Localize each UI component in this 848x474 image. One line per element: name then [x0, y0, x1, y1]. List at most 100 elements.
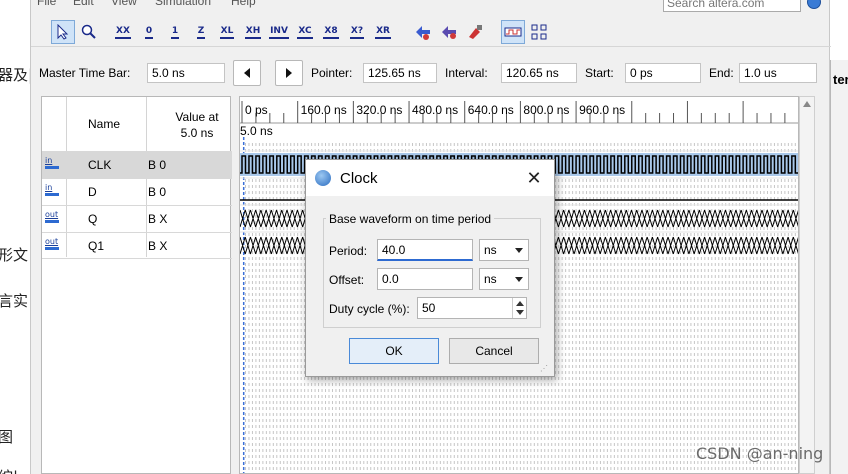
- run-timing-simulation-icon[interactable]: [437, 20, 461, 44]
- cursor-time-label: 5.0 ns: [240, 124, 273, 138]
- toolbar: XX 0 1 Z XL XH INV XC X8 X? XR: [31, 17, 831, 47]
- high-impedance-icon[interactable]: Z: [189, 20, 213, 44]
- menu-simulation[interactable]: Simulation: [155, 0, 211, 8]
- interval-label: Interval:: [445, 66, 488, 80]
- pointer-field: 125.65 ns: [363, 63, 437, 83]
- background-text: 形文: [0, 246, 29, 264]
- cancel-button[interactable]: Cancel: [449, 338, 539, 364]
- run-functional-simulation-icon[interactable]: [411, 20, 435, 44]
- signal-value: B 0: [148, 158, 167, 172]
- period-unit-value: ns: [484, 243, 497, 257]
- signal-name: Q: [88, 212, 98, 226]
- screenshot-root: 器及| 形文 言实 图 综| File Edit View Simulation…: [0, 0, 848, 474]
- column-header-name: Name: [88, 117, 121, 131]
- scroll-up-icon[interactable]: [803, 101, 811, 107]
- duty-cycle-stepper[interactable]: [512, 298, 526, 318]
- period-input[interactable]: 40.0: [377, 239, 473, 261]
- menu-edit[interactable]: Edit: [73, 0, 94, 8]
- duty-cycle-label: Duty cycle (%):: [329, 302, 410, 316]
- background-text: 言实: [0, 292, 29, 310]
- end-label: End:: [709, 66, 734, 80]
- offset-unit-value: ns: [484, 272, 497, 286]
- duty-cycle-input[interactable]: 50: [417, 297, 527, 319]
- weak-high-icon[interactable]: XH: [241, 20, 265, 44]
- ruler-tick-label: 640.0 ns: [468, 103, 514, 117]
- offset-unit-select[interactable]: ns: [479, 268, 529, 290]
- master-time-bar-label: Master Time Bar:: [39, 66, 131, 80]
- start-label: Start:: [585, 66, 614, 80]
- menu-file[interactable]: File: [37, 0, 56, 8]
- start-field: 0 ps: [625, 63, 701, 83]
- grid-view-icon[interactable]: [527, 20, 551, 44]
- signal-name: D: [88, 185, 97, 199]
- waveform-view-icon[interactable]: [501, 20, 525, 44]
- signal-value: B X: [148, 212, 168, 226]
- signal-name: CLK: [88, 158, 112, 172]
- chevron-down-icon[interactable]: [516, 310, 524, 315]
- column-header-value: Value at 5.0 ns: [162, 109, 232, 141]
- ruler-tick-label: 0 ps: [245, 103, 268, 117]
- ruler-tick-label: 320.0 ns: [356, 103, 402, 117]
- offset-input[interactable]: 0.0: [377, 268, 473, 290]
- period-label: Period:: [329, 244, 368, 258]
- background-text: 图: [0, 428, 14, 446]
- period-unit-select[interactable]: ns: [479, 239, 529, 261]
- signal-row-q1[interactable]: out Q1 B X: [42, 232, 232, 259]
- random-value-icon[interactable]: XR: [371, 20, 395, 44]
- signal-name: Q1: [88, 239, 105, 253]
- selection-tool-icon[interactable]: [51, 20, 75, 44]
- dialog-titlebar: Clock ✕: [306, 160, 554, 196]
- invert-icon[interactable]: INV: [267, 20, 291, 44]
- arbitrary-value-icon[interactable]: X?: [345, 20, 369, 44]
- signal-row-q[interactable]: out Q B X: [42, 205, 232, 232]
- menu-help[interactable]: Help: [231, 0, 256, 8]
- close-icon[interactable]: ✕: [524, 168, 544, 188]
- menu-view[interactable]: View: [111, 0, 137, 8]
- overwrite-clock-icon[interactable]: X8: [319, 20, 343, 44]
- generate-netlist-icon[interactable]: [463, 20, 487, 44]
- output-pin-icon: out: [44, 210, 62, 228]
- master-time-bar-field[interactable]: 5.0 ns: [147, 63, 225, 83]
- next-transition-button[interactable]: [275, 60, 303, 86]
- resize-grip-icon[interactable]: ⋰: [540, 364, 552, 376]
- ruler-tick-label: 160.0 ns: [301, 103, 347, 117]
- ruler-tick-label: 480.0 ns: [412, 103, 458, 117]
- group-label: Base waveform on time period: [326, 212, 495, 226]
- weak-low-icon[interactable]: XL: [215, 20, 239, 44]
- previous-transition-button[interactable]: [233, 60, 261, 86]
- clock-dialog: Clock ✕ Base waveform on time period Per…: [305, 159, 555, 377]
- pointer-label: Pointer:: [311, 66, 353, 80]
- interval-field: 120.65 ns: [501, 63, 577, 83]
- ok-button[interactable]: OK: [349, 338, 439, 364]
- background-text: 器及|: [0, 66, 34, 84]
- force-high-icon[interactable]: 1: [163, 20, 187, 44]
- background-window-fragment: ter: [830, 60, 848, 474]
- signal-row-clk[interactable]: in CLK B 0: [42, 151, 232, 178]
- end-field: 1.0 us: [739, 63, 817, 83]
- output-pin-icon: out: [44, 237, 62, 255]
- signal-row-d[interactable]: in D B 0: [42, 178, 232, 205]
- time-bar: Master Time Bar: 5.0 ns Pointer: 125.65 …: [31, 58, 831, 88]
- background-text: 综|: [0, 466, 18, 474]
- input-pin-icon: in: [44, 183, 62, 201]
- clock-dialog-icon: [315, 170, 331, 186]
- menu-bar: File Edit View Simulation Help Search al…: [31, 0, 831, 14]
- signal-value: B X: [148, 239, 168, 253]
- zoom-tool-icon[interactable]: [77, 20, 101, 44]
- count-value-icon[interactable]: XC: [293, 20, 317, 44]
- chevron-up-icon[interactable]: [516, 301, 524, 306]
- chevron-down-icon: [515, 248, 523, 253]
- input-pin-icon: in: [44, 156, 62, 174]
- undefined-value-icon[interactable]: XX: [111, 20, 135, 44]
- watermark: CSDN @an-ning: [696, 444, 824, 463]
- column-header-value-line2: 5.0 ns: [180, 126, 214, 140]
- duty-cycle-value: 50: [422, 301, 436, 315]
- signal-value: B 0: [148, 185, 167, 199]
- globe-icon[interactable]: [807, 0, 821, 9]
- force-low-icon[interactable]: 0: [137, 20, 161, 44]
- signal-table: Name Value at 5.0 ns in CLK B 0 in D B 0…: [41, 96, 232, 474]
- offset-label: Offset:: [329, 273, 365, 287]
- ruler-tick-label: 960.0 ns: [579, 103, 625, 117]
- search-input[interactable]: Search altera.com: [663, 0, 801, 12]
- vertical-scrollbar[interactable]: [799, 96, 815, 474]
